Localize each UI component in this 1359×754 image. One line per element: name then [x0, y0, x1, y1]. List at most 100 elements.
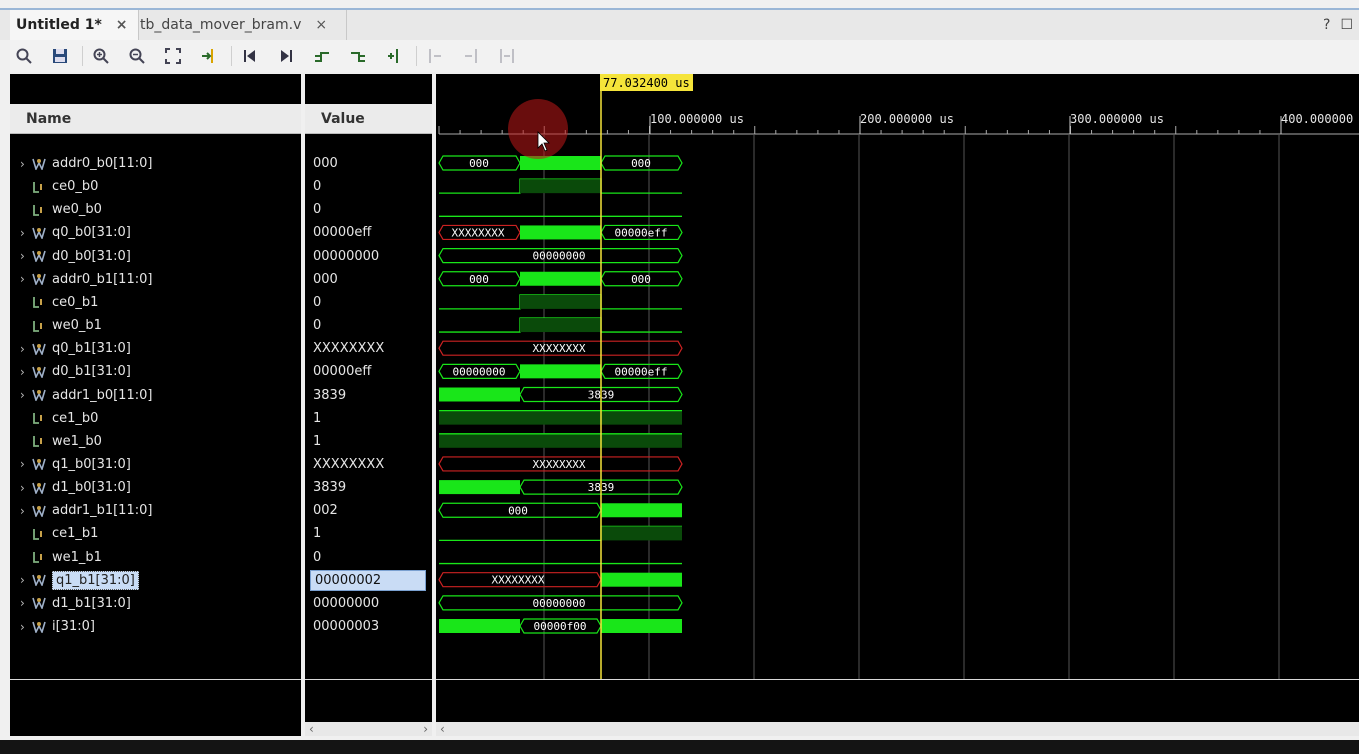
- name-column-header[interactable]: Name: [10, 104, 301, 134]
- signal-row[interactable]: › addr1_b1[11:0]: [10, 499, 152, 522]
- signal-row[interactable]: › i[31:0]: [10, 615, 95, 638]
- signal-row[interactable]: ce1_b0: [10, 407, 98, 430]
- signal-name: q0_b0[31:0]: [52, 225, 131, 241]
- chevron-right-icon[interactable]: ›: [20, 157, 32, 171]
- signal-value: 00000eff: [313, 225, 372, 241]
- signal-value: 00000000: [313, 595, 380, 611]
- maximize-icon[interactable]: ☐: [1340, 17, 1353, 33]
- zoom-fit-icon[interactable]: [159, 43, 187, 69]
- bus-active-block: [520, 364, 601, 379]
- waveform-value-label: 000: [508, 504, 528, 517]
- go-to-cursor-icon[interactable]: [195, 43, 223, 69]
- chevron-right-icon[interactable]: ›: [20, 504, 32, 518]
- chevron-right-icon[interactable]: ›: [20, 342, 32, 356]
- signal-row[interactable]: ce0_b1: [10, 291, 98, 314]
- waveform-value-label: XXXXXXXX: [533, 458, 586, 471]
- scroll-left-icon[interactable]: ‹: [440, 722, 445, 736]
- horizontal-scrollbar[interactable]: ‹ ›: [305, 722, 432, 736]
- scroll-left-icon[interactable]: ‹: [309, 722, 314, 736]
- tab-untitled-1[interactable]: Untitled 1* ×: [10, 10, 139, 40]
- close-icon[interactable]: ×: [315, 17, 327, 33]
- time-axis-label: 200.000000 us: [860, 112, 954, 126]
- bit-signal-icon: [32, 203, 48, 217]
- toolbar-separator: [416, 46, 417, 66]
- signal-row[interactable]: › addr0_b1[11:0]: [10, 268, 152, 291]
- chevron-right-icon[interactable]: ›: [20, 481, 32, 495]
- signal-row[interactable]: › q0_b0[31:0]: [10, 221, 131, 244]
- bit-signal-icon: [32, 550, 48, 564]
- waveform-value-label: 000: [631, 273, 651, 286]
- swap-cursors-icon[interactable]: [493, 43, 521, 69]
- signal-row[interactable]: › d1_b1[31:0]: [10, 592, 131, 615]
- signal-value: 1: [313, 526, 322, 542]
- signal-row[interactable]: we0_b1: [10, 314, 102, 337]
- signal-name: ce1_b0: [52, 410, 99, 426]
- previous-transition-icon[interactable]: [308, 43, 336, 69]
- signal-row[interactable]: ce1_b1: [10, 522, 98, 545]
- next-transition-icon[interactable]: [344, 43, 372, 69]
- chevron-right-icon[interactable]: ›: [20, 596, 32, 610]
- go-to-start-icon[interactable]: [236, 43, 264, 69]
- signal-row[interactable]: › d0_b0[31:0]: [10, 245, 131, 268]
- signal-row[interactable]: › d0_b1[31:0]: [10, 360, 131, 383]
- time-axis-label: 300.000000 us: [1070, 112, 1164, 126]
- signal-row[interactable]: › addr1_b0[11:0]: [10, 384, 152, 407]
- chevron-right-icon[interactable]: ›: [20, 272, 32, 286]
- signal-name: addr0_b0[11:0]: [52, 156, 153, 171]
- zoom-in-icon[interactable]: [87, 43, 115, 69]
- close-icon[interactable]: ×: [116, 17, 128, 33]
- bit-high-block: [520, 179, 601, 194]
- waveform-value-label: 00000eff: [615, 365, 668, 378]
- signal-row[interactable]: › q1_b1[31:0]: [10, 569, 139, 592]
- signal-row[interactable]: › addr0_b0[11:0]: [10, 152, 152, 175]
- signal-name: addr1_b0[11:0]: [52, 387, 153, 403]
- bit-high-block: [520, 318, 601, 333]
- waveform-canvas[interactable]: 000 000XXXXXXXX 00000eff00000000000 000XXXX…: [436, 74, 1359, 736]
- chevron-right-icon[interactable]: ›: [20, 365, 32, 379]
- chevron-right-icon[interactable]: ›: [20, 573, 32, 587]
- previous-marker-icon[interactable]: [421, 43, 449, 69]
- waveform-value-label: 00000f00: [534, 620, 587, 633]
- signal-row[interactable]: we0_b0: [10, 198, 102, 221]
- scroll-right-icon[interactable]: ›: [423, 722, 428, 736]
- signal-name: we1_b0: [52, 433, 102, 449]
- chevron-right-icon[interactable]: ›: [20, 249, 32, 263]
- go-to-end-icon[interactable]: [272, 43, 300, 69]
- add-marker-icon[interactable]: [380, 43, 408, 69]
- signal-row[interactable]: › d1_b0[31:0]: [10, 476, 131, 499]
- help-icon[interactable]: ?: [1323, 17, 1330, 33]
- bus-signal-icon: [32, 226, 48, 240]
- chevron-right-icon[interactable]: ›: [20, 226, 32, 240]
- signal-row[interactable]: we1_b1: [10, 546, 102, 569]
- waveform-window: Untitled 1* × tb_data_mover_bram.v × ? ☐…: [0, 0, 1359, 740]
- cursor-time-label: 77.032400 us: [600, 74, 693, 91]
- signal-row[interactable]: › q0_b1[31:0]: [10, 337, 131, 360]
- signal-row[interactable]: ce0_b0: [10, 175, 98, 198]
- signal-value: 0: [313, 318, 322, 334]
- search-icon[interactable]: [10, 43, 38, 69]
- bus-signal-icon: [32, 457, 48, 471]
- bus-active-block: [439, 619, 520, 633]
- bus-active-block: [520, 225, 601, 240]
- signal-value[interactable]: 00000002: [310, 569, 426, 591]
- signal-value: XXXXXXXX: [313, 341, 385, 357]
- signal-value: 0: [313, 179, 322, 195]
- divider: [436, 679, 1359, 680]
- chevron-right-icon[interactable]: ›: [20, 388, 32, 402]
- waveform-panel[interactable]: 000 000 XXXXXXXX 00000eff 00000000 000 000 XXXX…: [436, 74, 1359, 736]
- tab-tb-data-mover-bram[interactable]: tb_data_mover_bram.v ×: [134, 10, 347, 40]
- value-column-header[interactable]: Value: [305, 104, 432, 134]
- chevron-right-icon[interactable]: ›: [20, 457, 32, 471]
- signal-value: 000: [313, 156, 338, 171]
- next-marker-icon[interactable]: [457, 43, 485, 69]
- signal-name: q0_b1[31:0]: [52, 341, 131, 357]
- horizontal-scrollbar[interactable]: ‹: [436, 722, 1359, 736]
- zoom-out-icon[interactable]: [123, 43, 151, 69]
- bit-signal-icon: [32, 434, 48, 448]
- chevron-right-icon[interactable]: ›: [20, 620, 32, 634]
- signal-value: 1: [313, 410, 322, 426]
- bus-active-block: [601, 619, 682, 633]
- save-icon[interactable]: [46, 43, 74, 69]
- signal-row[interactable]: › q1_b0[31:0]: [10, 453, 131, 476]
- signal-row[interactable]: we1_b0: [10, 430, 102, 453]
